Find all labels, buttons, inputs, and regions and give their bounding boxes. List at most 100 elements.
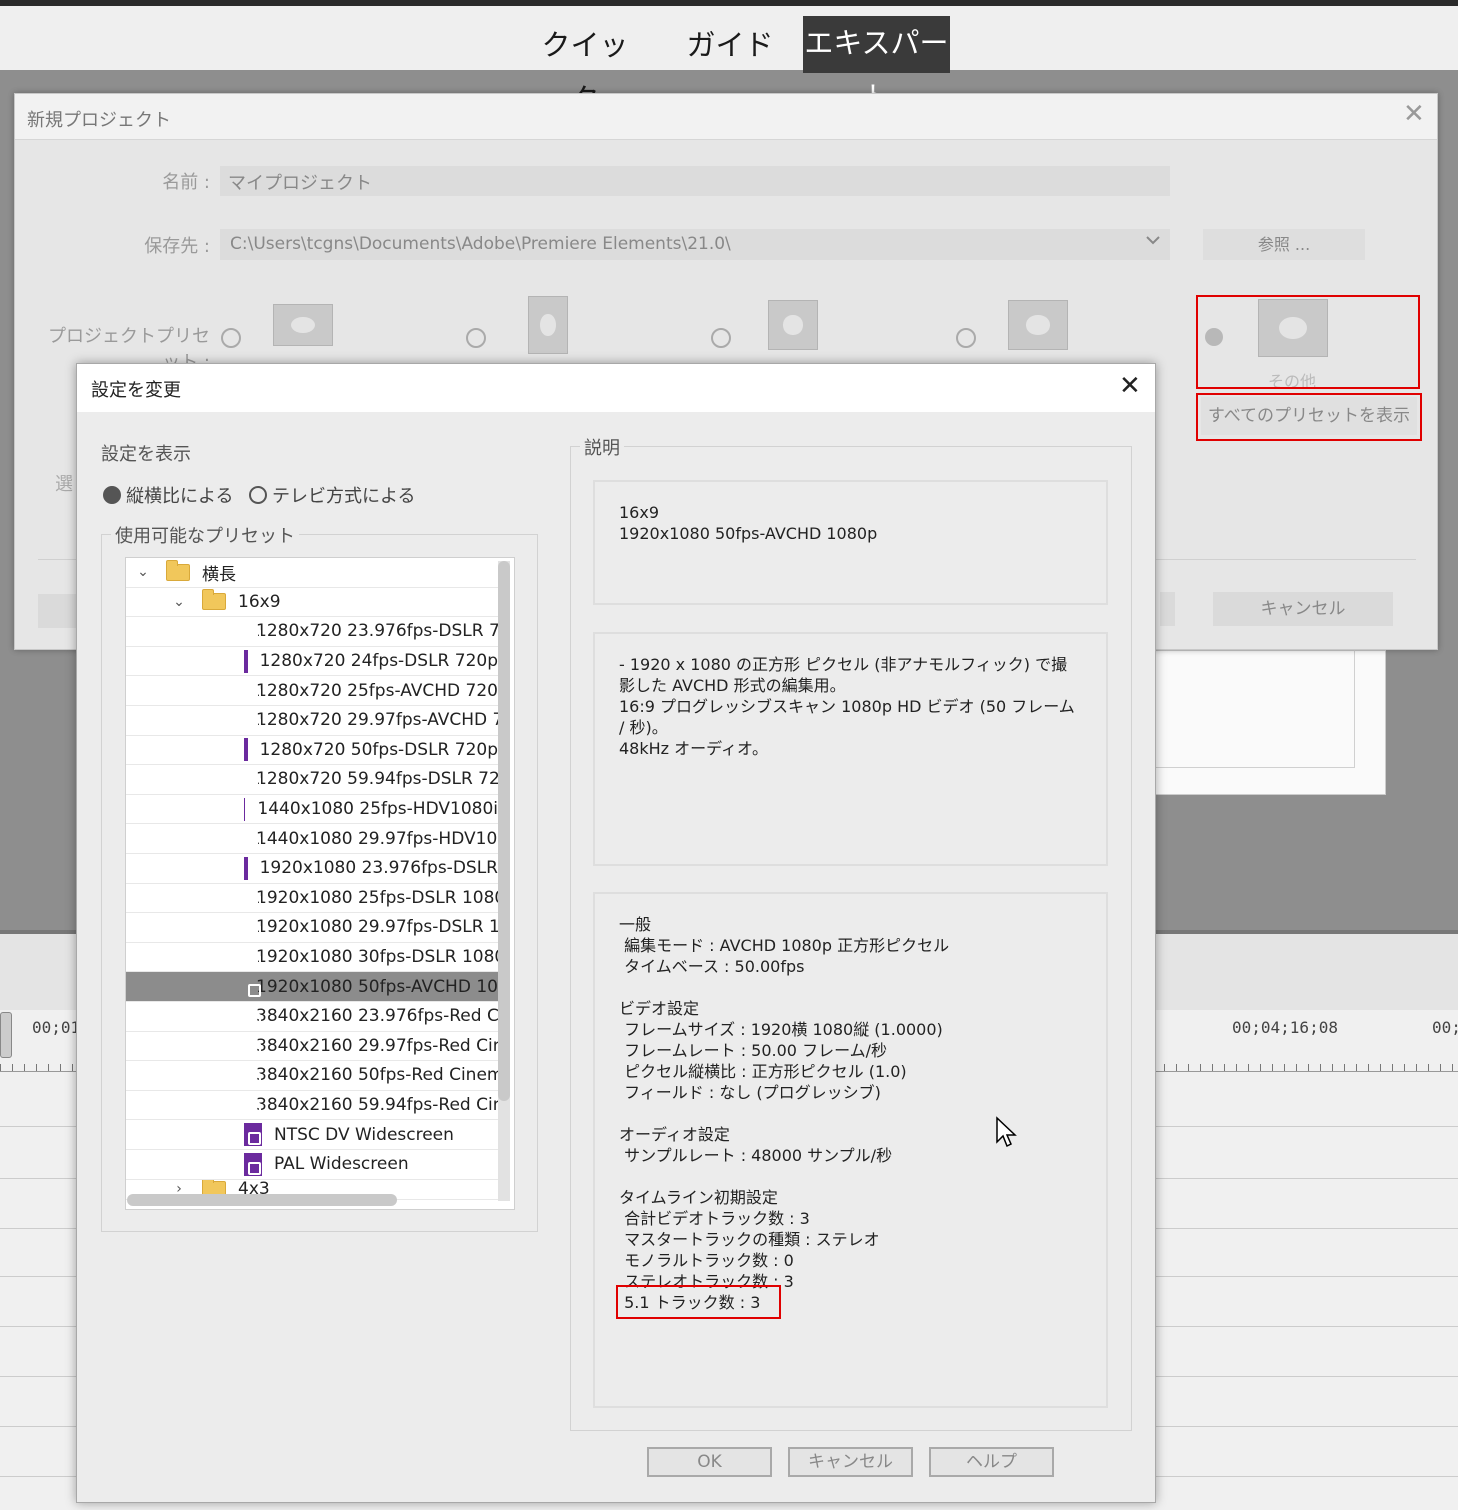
highlight-box <box>1196 393 1422 441</box>
tree-item[interactable]: 1440x1080 25fps-HDV1080i <box>126 794 498 825</box>
help-button[interactable]: ヘルプ <box>929 1447 1054 1477</box>
name-label: 名前 : <box>162 172 210 193</box>
preset-radio-3[interactable] <box>711 328 731 348</box>
presets-label: 使用可能なプリセット <box>111 522 299 548</box>
radio-by-aspect[interactable]: 縦横比による <box>103 482 233 508</box>
ok-button[interactable]: OK <box>647 1447 772 1477</box>
tab-guided[interactable]: ガイド <box>680 18 780 72</box>
preset-thumbnail-icon[interactable] <box>768 300 818 350</box>
preset-file-icon <box>244 649 260 673</box>
tab-expert[interactable]: エキスパート <box>803 16 950 114</box>
radio-button-selected[interactable] <box>103 486 121 504</box>
preset-thumbnail-icon[interactable] <box>528 296 568 354</box>
tree-item[interactable]: 1280x720 50fps-DSLR 720p <box>126 735 498 766</box>
close-icon[interactable]: ✕ <box>1403 101 1427 127</box>
new-project-titlebar <box>15 94 1437 140</box>
folder-icon <box>166 559 190 581</box>
cancel-button[interactable]: キャンセル <box>1213 592 1393 626</box>
preset-radio-4[interactable] <box>956 328 976 348</box>
preview-panel-inner <box>1150 650 1355 768</box>
dialog-button[interactable] <box>1160 592 1175 626</box>
tree-item[interactable]: 3840x2160 59.94fps-Red Cinema <box>126 1090 498 1121</box>
radio-by-tv[interactable]: テレビ方式による <box>249 482 415 508</box>
radio-aspect-label: 縦横比による <box>126 486 234 507</box>
tree-item[interactable]: 1920x1080 30fps-DSLR 1080p <box>126 942 498 973</box>
preset-thumbnail-icon[interactable] <box>1008 300 1068 350</box>
preset-file-icon <box>244 1152 262 1176</box>
tree-item[interactable]: 3840x2160 50fps-Red Cinema <box>126 1061 498 1091</box>
dialog-button[interactable] <box>38 594 78 628</box>
tree-item-label: 1920x1080 50fps-AVCHD 1080p <box>256 976 498 997</box>
tree-item[interactable]: PAL Widescreen <box>126 1150 498 1180</box>
preset-radio-2[interactable] <box>466 328 486 348</box>
timecode-right: 00;04;16;08 <box>1232 1018 1338 1037</box>
description-summary: 16x9 1920x1080 50fps-AVCHD 1080p <box>593 480 1108 605</box>
tree-item-label: NTSC DV Widescreen <box>274 1124 454 1145</box>
new-project-title: 新規プロジェクト <box>27 110 171 131</box>
tree-item-label: 3840x2160 50fps-Red Cinema <box>256 1065 498 1086</box>
tree-item[interactable]: 1440x1080 29.97fps-HDV1080i <box>126 824 498 854</box>
tree-item-selected[interactable]: 1920x1080 50fps-AVCHD 1080p <box>126 972 498 1002</box>
preset-radio-1[interactable] <box>221 328 241 348</box>
preset-file-icon <box>244 856 260 880</box>
vertical-scrollbar[interactable] <box>498 561 510 1101</box>
tree-item[interactable]: 1280x720 23.976fps-DSLR 720p <box>126 617 498 647</box>
tree-item-label: 3840x2160 29.97fps-Red Cinema <box>256 1035 498 1056</box>
timecode-left: 00;01 <box>32 1018 81 1037</box>
tree-item[interactable]: 1280x720 25fps-AVCHD 720p <box>126 676 498 706</box>
change-settings-dialog: 設定を変更 ✕ 設定を表示 縦横比による テレビ方式による 使用可能なプリセット… <box>76 363 1156 1503</box>
change-settings-title: 設定を変更 <box>91 380 181 401</box>
save-location-label: 保存先 : <box>144 236 210 257</box>
cancel-button[interactable]: キャンセル <box>788 1447 913 1477</box>
tree-item[interactable]: 1920x1080 25fps-DSLR 1080p <box>126 883 498 914</box>
horizontal-scrollbar[interactable] <box>127 1194 397 1206</box>
folder-icon <box>202 589 226 611</box>
tree-folder-label: 16x9 <box>238 591 281 612</box>
change-settings-titlebar <box>77 364 1155 412</box>
tree-item[interactable]: 1920x1080 23.976fps-DSLR <box>126 854 498 884</box>
name-input[interactable]: マイプロジェクト <box>220 166 1170 196</box>
tree-item-label: 1440x1080 29.97fps-HDV1080i <box>256 828 498 849</box>
preset-file-icon <box>244 1123 262 1147</box>
chevron-down-icon[interactable] <box>1145 234 1161 246</box>
tree-item-label: 1280x720 59.94fps-DSLR 720p <box>256 769 498 790</box>
tree-item[interactable]: 1280x720 59.94fps-DSLR 720p <box>126 765 498 795</box>
save-location-dropdown[interactable]: C:\Users\tcgns\Documents\Adobe\Premiere … <box>220 229 1170 260</box>
description-label: 説明 <box>580 434 624 460</box>
tree-item-label: 3840x2160 23.976fps-Red Cinema <box>256 1006 498 1027</box>
tree-item-label: 1920x1080 29.97fps-DSLR 1080p <box>256 917 498 938</box>
tree-item-label: 1280x720 25fps-AVCHD 720p <box>256 680 498 701</box>
show-settings-label: 設定を表示 <box>101 444 191 465</box>
highlight-box <box>616 1285 781 1319</box>
chevron-down-icon[interactable]: ⌄ <box>136 564 150 580</box>
tree-item[interactable]: 3840x2160 29.97fps-Red Cinema <box>126 1031 498 1062</box>
tree-folder-label: 横長 <box>202 564 236 585</box>
timecode-far: 00; <box>1432 1018 1458 1037</box>
tree-folder-row[interactable]: ⌄ 16x9 <box>126 587 498 618</box>
mode-bar: クイック ガイド エキスパート <box>0 0 1458 116</box>
tree-item[interactable]: 3840x2160 23.976fps-Red Cinema <box>126 1002 498 1032</box>
highlight-box <box>1196 295 1420 389</box>
chevron-down-icon[interactable]: ⌄ <box>172 594 186 610</box>
tree-folder-row[interactable]: ⌄ 横長 <box>126 558 498 588</box>
radio-tv-label: テレビ方式による <box>272 486 416 507</box>
select-label: 選 <box>55 474 73 495</box>
tree-item[interactable]: 1920x1080 29.97fps-DSLR 1080p <box>126 913 498 943</box>
tree-item-label: 1280x720 23.976fps-DSLR 720p <box>256 621 498 642</box>
tree-item-label: 1920x1080 23.976fps-DSLR <box>259 858 498 879</box>
tree-item[interactable]: 1280x720 24fps-DSLR 720p <box>126 646 498 677</box>
tree-item[interactable]: NTSC DV Widescreen <box>126 1120 498 1150</box>
tab-quick[interactable]: クイック <box>530 18 640 116</box>
browse-button[interactable]: 参照 ... <box>1203 229 1365 260</box>
preset-tree[interactable]: ⌄ 横長 ⌄ 16x9 1280x720 23.976fps-DSLR 720p… <box>125 557 515 1210</box>
radio-button[interactable] <box>249 486 267 504</box>
tree-item-label: 1280x720 24fps-DSLR 720p <box>259 651 498 672</box>
close-icon[interactable]: ✕ <box>1119 372 1145 400</box>
tree-item-label: PAL Widescreen <box>274 1154 409 1175</box>
mouse-cursor-icon <box>996 1116 1017 1148</box>
timeline-handle[interactable] <box>0 1012 12 1058</box>
tree-item-label: 3840x2160 59.94fps-Red Cinema <box>256 1095 498 1116</box>
tree-item-label: 1920x1080 30fps-DSLR 1080p <box>256 947 498 968</box>
tree-item[interactable]: 1280x720 29.97fps-AVCHD 720p <box>126 706 498 736</box>
preset-thumbnail-icon[interactable] <box>273 304 333 346</box>
